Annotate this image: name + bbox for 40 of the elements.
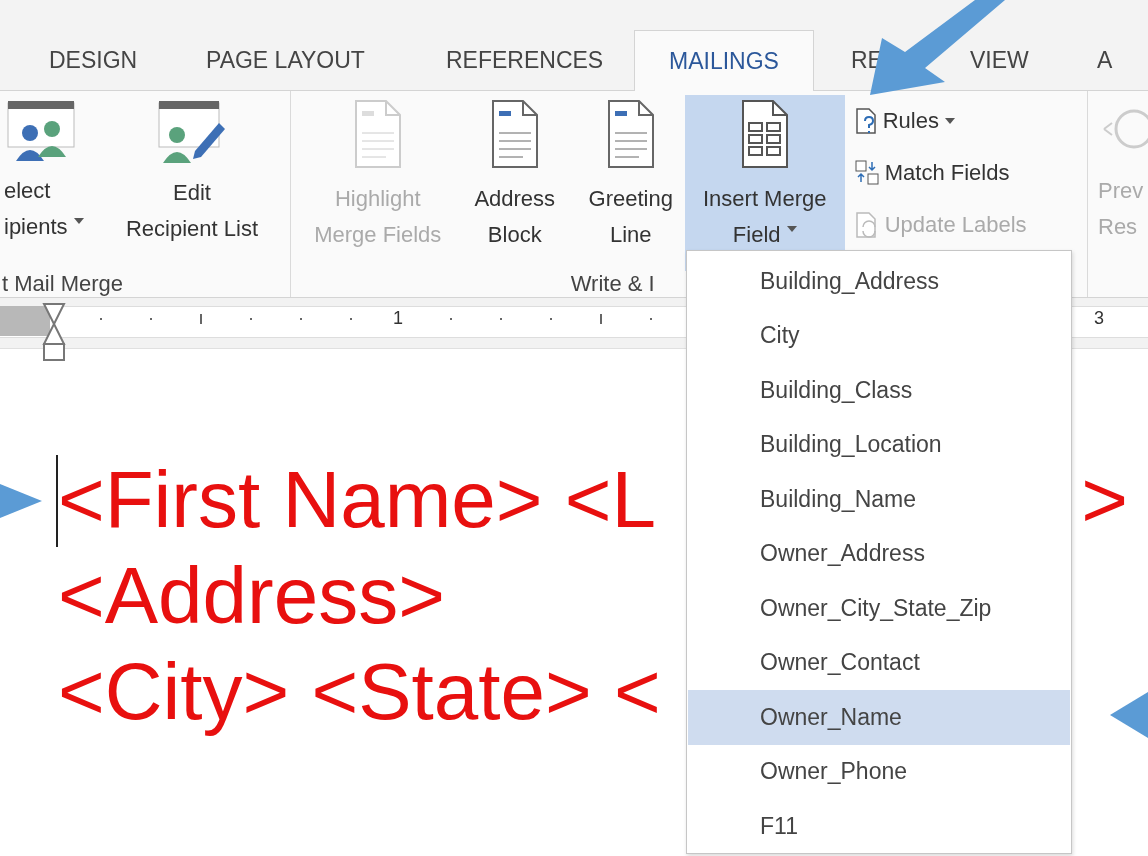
- menu-item[interactable]: Owner_Contact: [688, 635, 1070, 690]
- document-refresh-icon: [854, 211, 879, 239]
- merge-field-text: <First Name> <L: [58, 454, 656, 546]
- menu-item[interactable]: Building_Name: [688, 472, 1070, 527]
- caret-icon: [73, 218, 84, 224]
- merge-field-text: <Address>: [58, 550, 445, 642]
- ribbon-tab[interactable]: A: [1096, 30, 1112, 90]
- merge-field-text: >: [1081, 454, 1128, 546]
- ribbon-button[interactable]: Match Fields: [850, 147, 1031, 199]
- menu-item[interactable]: Building_Class: [688, 363, 1070, 418]
- ribbon-tab[interactable]: PAGE LAYOUT: [205, 30, 445, 90]
- group-label: t Mail Merge: [2, 271, 124, 296]
- menu-item[interactable]: Owner_Address: [688, 526, 1070, 581]
- ribbon-tab[interactable]: DESIGN: [48, 30, 205, 90]
- menu-item[interactable]: F11: [688, 799, 1070, 854]
- ribbon-tab[interactable]: REFERENCES: [445, 30, 634, 90]
- ruler-number: 1: [393, 308, 403, 329]
- ruler-number: 3: [1094, 308, 1104, 329]
- ribbon-tab[interactable]: MAILINGS: [634, 30, 814, 91]
- callout-arrow: [1108, 690, 1148, 740]
- document-question-icon: [854, 107, 877, 135]
- swap-arrows-icon: [854, 160, 879, 186]
- group-label: Write & I: [570, 271, 655, 296]
- ribbon-button[interactable]: Address Block: [452, 95, 577, 271]
- indent-marker-icon: [42, 302, 66, 362]
- menu-item[interactable]: Owner_Phone: [688, 744, 1070, 799]
- ruler-margin: [0, 306, 50, 336]
- menu-item[interactable]: City: [688, 308, 1070, 363]
- caret-icon: [945, 118, 955, 124]
- ribbon-button[interactable]: Rules: [850, 95, 1031, 147]
- merge-field-text: <City> <State> <: [58, 646, 661, 738]
- ribbon-tab[interactable]: VIEW: [969, 30, 1096, 90]
- caret-icon: [786, 226, 797, 232]
- ribbon-button[interactable]: elect ipients: [0, 95, 90, 271]
- ribbon-button[interactable]: Greeting Line: [576, 95, 685, 271]
- menu-item[interactable]: Building_Location: [688, 417, 1070, 472]
- menu-item[interactable]: Owner_Name: [688, 690, 1070, 745]
- menu-item[interactable]: Owner_City_State_Zip: [688, 581, 1070, 636]
- ribbon-button[interactable]: Edit Recipient List: [104, 95, 280, 271]
- people-icon: [4, 99, 78, 163]
